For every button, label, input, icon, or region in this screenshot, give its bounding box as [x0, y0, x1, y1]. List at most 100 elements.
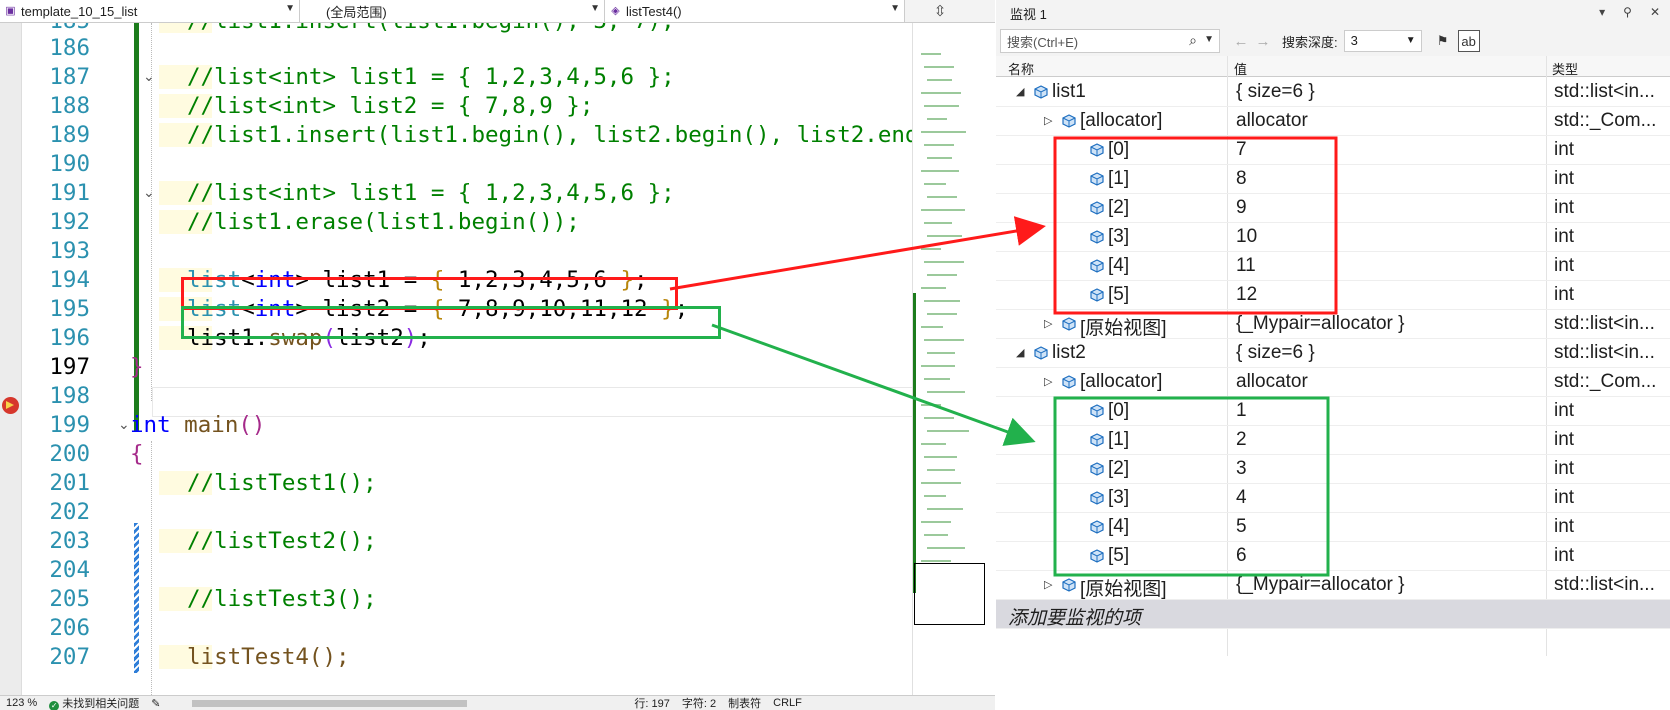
watch-row[interactable]: [2] 9 int — [996, 194, 1670, 223]
watch-row[interactable]: [1] 2 int — [996, 426, 1670, 455]
scrollbar-thumb[interactable] — [192, 699, 468, 707]
fold-chevron-icon[interactable]: ⌄ — [143, 178, 155, 208]
watch-row-value[interactable]: { size=6 } — [1236, 342, 1315, 364]
expand-arrow-icon[interactable]: ▷ — [1044, 317, 1052, 330]
variable-cube-icon — [1090, 259, 1104, 273]
expand-arrow-icon[interactable]: ▷ — [1044, 578, 1052, 591]
variable-cube-icon — [1062, 317, 1076, 331]
expand-arrow-icon[interactable]: ▷ — [1044, 114, 1052, 127]
column-type-header[interactable]: 类型 — [1552, 59, 1578, 78]
minimap-code-line — [927, 118, 947, 120]
column-name-header[interactable]: 名称 — [1008, 59, 1034, 78]
code-text: //list<int> list1 = { 1,2,3,4,5,6 }; — [187, 180, 675, 206]
variable-cube-icon — [1062, 375, 1076, 389]
code-area[interactable]: 185//list1.insert(list1.begin(), 3, 7); … — [22, 23, 912, 695]
back-arrow-icon[interactable]: ← — [1230, 33, 1252, 50]
expand-arrow-icon[interactable]: ▷ — [1044, 375, 1052, 388]
code-text: //list<int> list2 = { 7,8,9 }; — [187, 93, 594, 119]
line-number: 202 — [49, 499, 90, 525]
watch-row[interactable]: ▷ [allocator] allocator std::_Com... — [996, 368, 1670, 397]
watch-row-value[interactable]: 1 — [1236, 400, 1247, 422]
watch-row[interactable]: [1] 8 int — [996, 165, 1670, 194]
issues-status[interactable]: ✓ 未找到相关问题 — [43, 695, 145, 710]
fold-chevron-icon[interactable]: ⌄ — [118, 410, 130, 440]
code-line: 201 //listTest1(); — [22, 468, 912, 498]
watch-row[interactable]: [4] 5 int — [996, 513, 1670, 542]
watch-row[interactable]: ◢ list1 { size=6 } std::list<in... — [996, 78, 1670, 107]
watch-row-value[interactable]: allocator — [1236, 371, 1308, 393]
pin-source-icon[interactable]: ⚑ — [1432, 30, 1454, 52]
search-depth-select[interactable]: 3 ▼ — [1343, 30, 1422, 52]
watch-row-value[interactable]: allocator — [1236, 110, 1308, 132]
brush-icon[interactable]: ✎ — [145, 697, 166, 710]
watch-row[interactable]: [0] 1 int — [996, 397, 1670, 426]
line-number: 201 — [49, 470, 90, 496]
pin-icon[interactable]: ⚲ — [1623, 5, 1632, 19]
line-number: 200 — [49, 441, 90, 467]
watch-row-value[interactable]: {_Mypair=allocator } — [1236, 574, 1404, 596]
char-indicator[interactable]: 字符: 2 — [676, 695, 722, 710]
collapse-arrow-icon[interactable]: ◢ — [1016, 85, 1024, 98]
project-combo[interactable]: ▣ template_10_15_list ▼ — [0, 0, 300, 22]
search-icon[interactable]: ⌕ — [1189, 32, 1197, 49]
scope-combo[interactable]: (全局范围) ▼ — [300, 0, 605, 22]
watch-row-value[interactable]: 11 — [1236, 255, 1256, 277]
chevron-down-icon[interactable]: ▾ — [1599, 5, 1605, 19]
watch-search-input[interactable]: 搜索(Ctrl+E) ⌕ ▼ — [1000, 29, 1220, 53]
watch-row[interactable]: [3] 10 int — [996, 223, 1670, 252]
watch-row-value[interactable]: 7 — [1236, 139, 1247, 161]
code-keyword-token: int — [130, 412, 171, 438]
code-line: 198 — [22, 381, 912, 411]
minimap-code-line — [927, 508, 963, 510]
forward-arrow-icon[interactable]: → — [1252, 33, 1274, 50]
add-watch-item-row[interactable]: 添加要监视的项 — [996, 600, 1670, 629]
watch-row[interactable]: [3] 4 int — [996, 484, 1670, 513]
hex-display-icon[interactable]: ab — [1457, 30, 1480, 52]
watch-row-type: int — [1554, 429, 1575, 450]
watch-row-value[interactable]: {_Mypair=allocator } — [1236, 313, 1404, 335]
watch-row-value[interactable]: 2 — [1236, 429, 1247, 451]
minimap-code-line — [924, 456, 957, 458]
eol-indicator[interactable]: CRLF — [767, 697, 808, 709]
watch-row-value[interactable]: 10 — [1236, 226, 1257, 248]
watch-row-value[interactable]: 3 — [1236, 458, 1247, 480]
split-window-icon[interactable]: ⇳ — [905, 0, 975, 22]
tabs-indicator[interactable]: 制表符 — [722, 695, 767, 710]
watch-row[interactable]: [0] 7 int — [996, 136, 1670, 165]
watch-row-value[interactable]: 4 — [1236, 487, 1247, 509]
watch-row-value[interactable]: { size=6 } — [1236, 81, 1315, 103]
breakpoint-gutter[interactable] — [0, 23, 22, 695]
collapse-arrow-icon[interactable]: ◢ — [1016, 346, 1024, 359]
watch-row-type: int — [1554, 168, 1575, 189]
watch-row-value[interactable]: 9 — [1236, 197, 1247, 219]
watch-row-value[interactable]: 6 — [1236, 545, 1247, 567]
watch-row[interactable]: [5] 12 int — [996, 281, 1670, 310]
watch-row-value[interactable]: 8 — [1236, 168, 1247, 190]
horizontal-scrollbar[interactable] — [172, 699, 592, 708]
code-minimap[interactable] — [912, 23, 995, 695]
watch-row[interactable]: ▷ [allocator] allocator std::_Com... — [996, 107, 1670, 136]
line-indicator[interactable]: 行: 197 — [628, 695, 675, 710]
watch-row[interactable]: [2] 3 int — [996, 455, 1670, 484]
watch-row[interactable]: ▷ [原始视图] {_Mypair=allocator } std::list<in.… — [996, 571, 1670, 600]
watch-title-bar: 监视 1 ▾ ⚲ ✕ — [996, 0, 1670, 26]
watch-row-value[interactable]: 5 — [1236, 516, 1247, 538]
line-number: 196 — [49, 325, 90, 351]
function-combo[interactable]: ◈ listTest4() ▼ — [605, 0, 905, 22]
watch-row-value[interactable]: 12 — [1236, 284, 1257, 306]
search-placeholder: 搜索(Ctrl+E) — [1007, 34, 1079, 50]
zoom-level[interactable]: 123 % — [0, 697, 43, 709]
minimap-viewport[interactable] — [914, 563, 985, 625]
code-text: int main() — [130, 410, 265, 440]
breakpoint-current-line-icon[interactable] — [2, 397, 19, 414]
watch-row[interactable]: ▷ [原始视图] {_Mypair=allocator } std::list<in.… — [996, 310, 1670, 339]
watch-row[interactable]: [4] 11 int — [996, 252, 1670, 281]
code-line: ⌄ 199 int main() — [22, 410, 912, 440]
chevron-down-icon[interactable]: ▼ — [1204, 34, 1214, 45]
fold-chevron-icon[interactable]: ⌄ — [143, 62, 155, 92]
column-value-header[interactable]: 值 — [1234, 59, 1247, 78]
watch-row[interactable]: [5] 6 int — [996, 542, 1670, 571]
close-icon[interactable]: ✕ — [1650, 5, 1660, 19]
watch-row-name: [4] — [1108, 255, 1130, 276]
watch-row[interactable]: ◢ list2 { size=6 } std::list<in... — [996, 339, 1670, 368]
